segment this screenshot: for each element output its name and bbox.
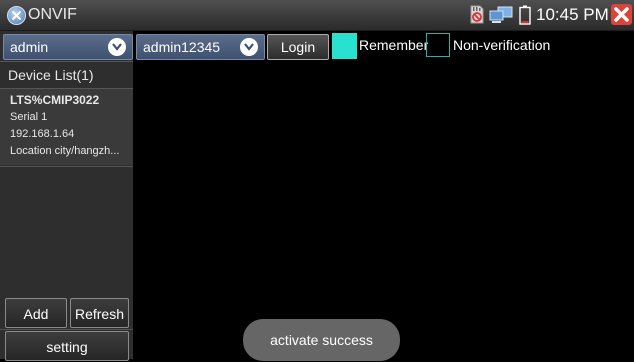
chevron-down-icon [240, 38, 258, 56]
app-title: ONVIF [28, 6, 77, 23]
add-button[interactable]: Add [5, 298, 67, 328]
close-button[interactable] [611, 4, 632, 25]
username-value: admin [10, 39, 49, 55]
close-icon [614, 7, 629, 22]
nonverification-label: Non-verification [453, 37, 551, 53]
device-location: Location city/hangzh... [10, 145, 120, 157]
device-name: LTS%CMIP3022 [10, 93, 100, 107]
refresh-button[interactable]: Refresh [70, 298, 129, 328]
login-button[interactable]: Login [267, 34, 329, 60]
remember-label: Remember [359, 37, 429, 53]
device-serial: Serial 1 [10, 111, 48, 123]
divider [0, 329, 133, 330]
device-list-header: Device List(1) [8, 67, 94, 83]
sd-card-icon [470, 5, 484, 29]
password-value: admin12345 [143, 39, 221, 55]
network-icon [489, 6, 515, 30]
password-select[interactable]: admin12345 [136, 34, 265, 60]
device-ip: 192.168.1.64 [10, 128, 75, 140]
toast-message: activate success [243, 319, 400, 361]
nonverification-checkbox[interactable] [426, 33, 450, 57]
battery-icon [519, 5, 531, 30]
divider [0, 166, 133, 167]
username-select[interactable]: admin [3, 34, 133, 60]
title-bar: ONVIF 10:45 PM [0, 0, 634, 31]
chevron-down-icon [108, 38, 126, 56]
remember-checkbox[interactable] [332, 33, 357, 59]
onvif-logo-icon [7, 6, 26, 25]
clock: 10:45 PM [536, 5, 609, 24]
device-list-item[interactable]: LTS%CMIP3022 Serial 1 192.168.1.64 Locat… [0, 89, 133, 165]
setting-button[interactable]: setting [5, 331, 129, 361]
divider [0, 61, 133, 62]
